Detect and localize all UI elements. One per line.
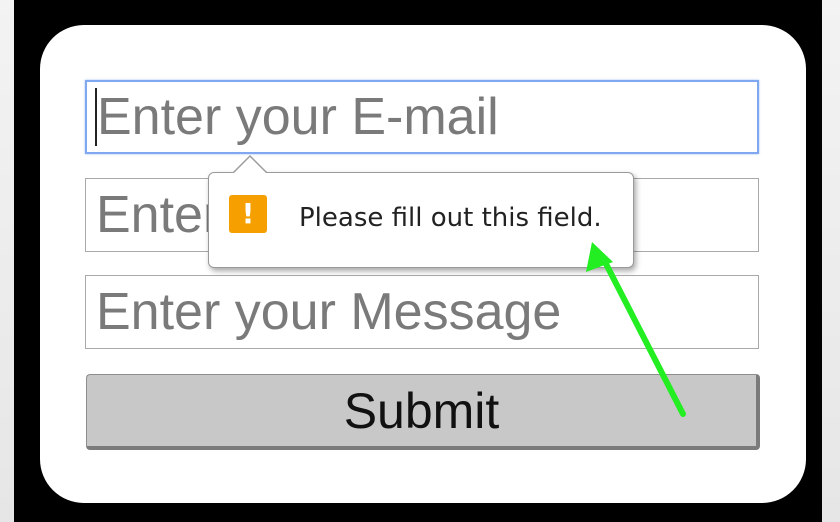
email-input[interactable] bbox=[85, 80, 759, 154]
warning-icon: ! bbox=[229, 195, 267, 233]
background-edge-left bbox=[0, 0, 14, 522]
validation-message: Please fill out this field. bbox=[299, 203, 602, 233]
screenshot-stage: Submit ! Please fill out this field. bbox=[0, 0, 840, 522]
tooltip-pointer bbox=[233, 157, 267, 174]
submit-button[interactable]: Submit bbox=[86, 374, 760, 450]
background-edge-right bbox=[822, 0, 840, 522]
validation-tooltip: ! Please fill out this field. bbox=[208, 172, 634, 268]
message-input[interactable] bbox=[85, 275, 759, 349]
text-caret bbox=[95, 88, 97, 146]
